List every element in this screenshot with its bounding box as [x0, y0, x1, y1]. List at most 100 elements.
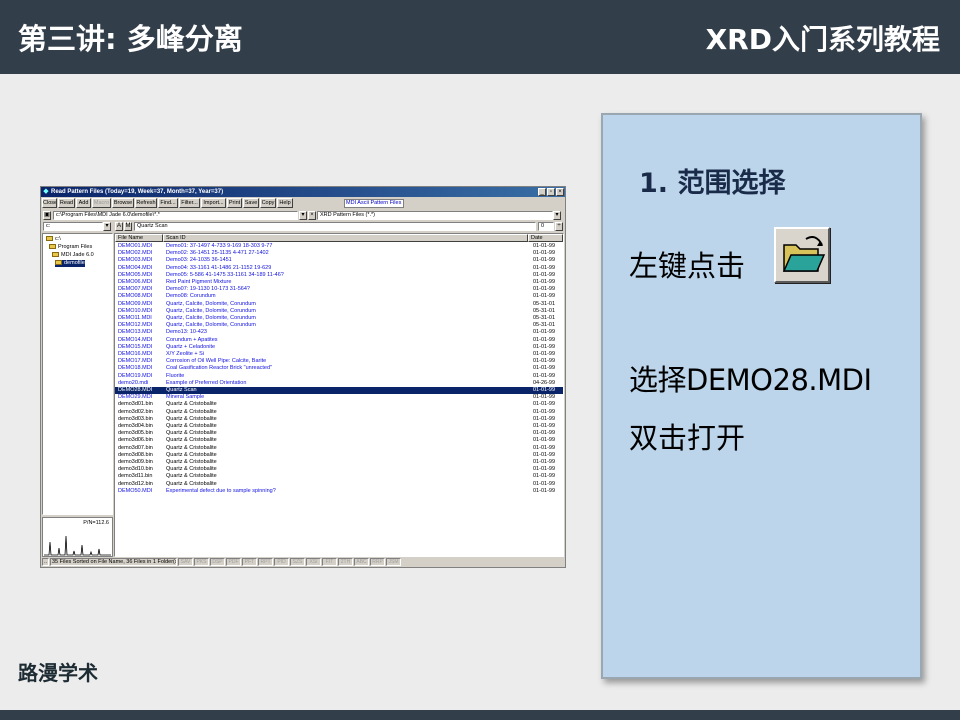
- table-row[interactable]: DEMO13.MDI Demo13: 10-423 01-01-99: [115, 329, 563, 336]
- file-name-cell: DEMO10.MDI: [118, 307, 153, 314]
- sort-ascending-button[interactable]: A: [115, 222, 123, 231]
- scan-id-cell: Quartz & Cristobalite: [166, 437, 217, 444]
- slide-header: 第三讲: 多峰分离 XRD入门系列教程: [0, 0, 960, 74]
- table-row[interactable]: DEMO08.MDI Demo08: Corundum 01-01-99: [115, 293, 563, 300]
- file-name-cell: DEMO03.MDI: [118, 257, 153, 264]
- table-row[interactable]: demo3d10.bin Quartz & Cristobalite 01-01-9…: [115, 466, 563, 473]
- table-row[interactable]: demo3d08.bin Quartz & Cristobalite 01-01-9…: [115, 452, 563, 459]
- tree-item-0[interactable]: c:\: [46, 236, 61, 243]
- scan-id-cell: X/Y Zeolite + Si: [166, 351, 204, 357]
- filter-dropdown-button[interactable]: ▾: [553, 211, 561, 220]
- toolbar-close-button[interactable]: Close: [42, 198, 57, 208]
- date-cell: 01-01-99: [533, 243, 556, 249]
- table-row[interactable]: demo3d02.bin Quartz & Cristobalite 01-01-9…: [115, 409, 563, 416]
- date-cell: 01-01-99: [533, 415, 556, 422]
- count-field[interactable]: 0: [538, 222, 554, 231]
- toolbar-help-button[interactable]: Help: [277, 198, 293, 208]
- table-row[interactable]: demo3d03.bin Quartz & Cristobalite 01-01-9…: [115, 416, 563, 423]
- table-row[interactable]: DEMO04.MDI Demo04: 33-1161 41-1486 21-115…: [115, 265, 563, 272]
- toolbar-save-button[interactable]: Save: [243, 198, 259, 208]
- table-row[interactable]: DEMO05.MDI Demo05: 5-586 41-1475 33-1161 …: [115, 272, 563, 279]
- file-type-filter[interactable]: XRD Pattern Files (*.*): [317, 211, 553, 220]
- tree-item-1[interactable]: Program Files: [49, 244, 92, 251]
- table-row[interactable]: DEMO17.MDI Corrosion of Oil Well Pipe: Ca…: [115, 358, 563, 365]
- table-row[interactable]: demo3d09.bin Quartz & Cristobalite 01-01-9…: [115, 459, 563, 466]
- minimize-button[interactable]: _: [538, 188, 546, 196]
- toolbar-refresh-button[interactable]: Refresh: [135, 198, 157, 208]
- table-row[interactable]: DEMO07.MDI Demo07: 19-1130 10-173 31-564?…: [115, 286, 563, 293]
- date-cell: 05-31-01: [533, 307, 556, 314]
- date-cell: 01-01-99: [533, 387, 556, 393]
- toolbar-add-button[interactable]: Add: [76, 198, 91, 208]
- table-row[interactable]: DEMO15.MDI Quartz + Celadonite 01-01-99: [115, 344, 563, 351]
- table-row[interactable]: DEMO12.MDI Quartz, Calcite, Dolomite, Cor…: [115, 322, 563, 329]
- table-row[interactable]: DEMO50.MDI Experimental defect due to sam…: [115, 488, 563, 495]
- toolbar-import-button[interactable]: Import...: [201, 198, 226, 208]
- tree-item-3[interactable]: demofile: [55, 260, 85, 267]
- toolbar-filter-button[interactable]: Filter...: [179, 198, 200, 208]
- table-row[interactable]: demo3d11.bin Quartz & Cristobalite 01-01-9…: [115, 473, 563, 480]
- table-row[interactable]: demo3d07.bin Quartz & Cristobalite 01-01-9…: [115, 445, 563, 452]
- table-row[interactable]: DEMO06.MDI Red Paint Pigment Mixture 01-01…: [115, 279, 563, 286]
- status-cell-pdf: PDF: [226, 558, 241, 566]
- table-row[interactable]: DEMO09.MDI Quartz, Calcite, Dolomite, Cor…: [115, 301, 563, 308]
- folder-icon: [55, 260, 62, 266]
- window-titlebar[interactable]: ◆ Read Pattern Files (Today=19, Week=37,…: [41, 187, 565, 197]
- table-row[interactable]: DEMO01.MDI Demo01: 37-1497 4-733 9-169 18…: [115, 243, 563, 250]
- table-row[interactable]: demo3d06.bin Quartz & Cristobalite 01-01-9…: [115, 437, 563, 444]
- restore-button[interactable]: ▫: [547, 188, 555, 196]
- sort-mode-button[interactable]: M: [124, 222, 132, 231]
- table-row[interactable]: demo20.mdi Example of Preferred Orientati…: [115, 380, 563, 387]
- folder-tree[interactable]: c:\ Program Files MDI Jade 6.0 demofile: [42, 233, 113, 515]
- table-row[interactable]: DEMO11.MDI Quartz, Calcite, Dolomite, Cor…: [115, 315, 563, 322]
- column-file-name[interactable]: File Name: [115, 234, 163, 242]
- drive-selector[interactable]: c:: [43, 222, 103, 231]
- file-name-cell: demo3d02.bin: [118, 408, 153, 415]
- tree-item-2[interactable]: MDI Jade 6.0: [52, 252, 94, 259]
- path-row: ▣ c:\Program Files\MDI Jade 6.0\demofile…: [41, 210, 565, 221]
- date-cell: 01-01-99: [533, 293, 556, 300]
- table-row[interactable]: DEMO16.MDI X/Y Zeolite + Si 01-01-99: [115, 351, 563, 358]
- toolbar-find-button[interactable]: Find...: [158, 198, 178, 208]
- toolbar-macro-button[interactable]: Macro: [92, 198, 111, 208]
- table-row[interactable]: demo3d04.bin Quartz & Cristobalite 01-01-9…: [115, 423, 563, 430]
- drive-dropdown-button[interactable]: ▾: [103, 222, 111, 231]
- scan-id-cell: Mineral Sample: [166, 394, 205, 401]
- path-dropdown-button[interactable]: ▾: [299, 211, 307, 220]
- table-row[interactable]: DEMO14.MDI Corundum + Apatites 01-01-99: [115, 337, 563, 344]
- toolbar-read-button[interactable]: Read: [58, 198, 75, 208]
- folder-up-icon[interactable]: ▣: [43, 211, 51, 220]
- instruction-select-file: 选择DEMO28.MDI: [629, 363, 872, 397]
- table-row-selected[interactable]: DEMO28.MDI Quartz Scan 01-01-99: [115, 387, 563, 395]
- scan-id-cell: Quartz, Calcite, Dolomite, Corundum: [166, 307, 256, 314]
- read-pattern-files-window: ◆ Read Pattern Files (Today=19, Week=37,…: [40, 186, 566, 568]
- scan-id-cell: Demo04: 33-1161 41-1486 21-1152 19-629: [166, 264, 272, 271]
- table-row[interactable]: DEMO02.MDI Demo02: 36-1451 25-1135 4-471 …: [115, 250, 563, 257]
- toolbar-browse-button[interactable]: Browse: [112, 198, 134, 208]
- status-cell-rpt: RPT: [258, 558, 273, 566]
- scan-id-search[interactable]: Quartz Scan: [134, 222, 536, 231]
- table-row[interactable]: DEMO29.MDI Mineral Sample 01-01-99: [115, 394, 563, 401]
- toolbar-copy-button[interactable]: Copy: [260, 198, 276, 208]
- file-name-cell: demo3d04.bin: [118, 423, 153, 429]
- toolbar-print-button[interactable]: Print: [227, 198, 242, 208]
- column-scan-id[interactable]: Scan ID: [163, 234, 528, 242]
- clear-path-button[interactable]: ×: [308, 211, 316, 220]
- table-row[interactable]: demo3d05.bin Quartz & Cristobalite 01-01-9…: [115, 430, 563, 437]
- table-row[interactable]: DEMO03.MDI Demo03: 24-1035 36-1451 01-01-9…: [115, 257, 563, 264]
- date-cell: 01-01-99: [533, 451, 556, 458]
- column-date[interactable]: Date: [528, 234, 563, 242]
- table-row[interactable]: DEMO19.MDI Fluorite 01-01-99: [115, 373, 563, 380]
- date-cell: 01-01-99: [533, 286, 556, 293]
- path-field[interactable]: c:\Program Files\MDI Jade 6.0\demofile\*…: [53, 211, 298, 220]
- count-spinner[interactable]: ÷: [555, 222, 563, 231]
- close-window-button[interactable]: ×: [556, 188, 564, 196]
- table-row[interactable]: DEMO18.MDI Coal Gasification Reactor Bric…: [115, 365, 563, 372]
- status-cell-rrp: RRP: [370, 558, 385, 566]
- file-name-cell: DEMO28.MDI: [118, 387, 153, 393]
- table-row[interactable]: demo3d01.bin Quartz & Cristobalite 01-01-9…: [115, 401, 563, 408]
- date-cell: 01-01-99: [533, 351, 556, 357]
- scan-id-cell: Demo07: 19-1130 10-173 31-564?: [166, 286, 250, 293]
- table-row[interactable]: DEMO10.MDI Quartz, Calcite, Dolomite, Cor…: [115, 308, 563, 315]
- table-row[interactable]: demo3d12.bin Quartz & Cristobalite 01-01-9…: [115, 481, 563, 488]
